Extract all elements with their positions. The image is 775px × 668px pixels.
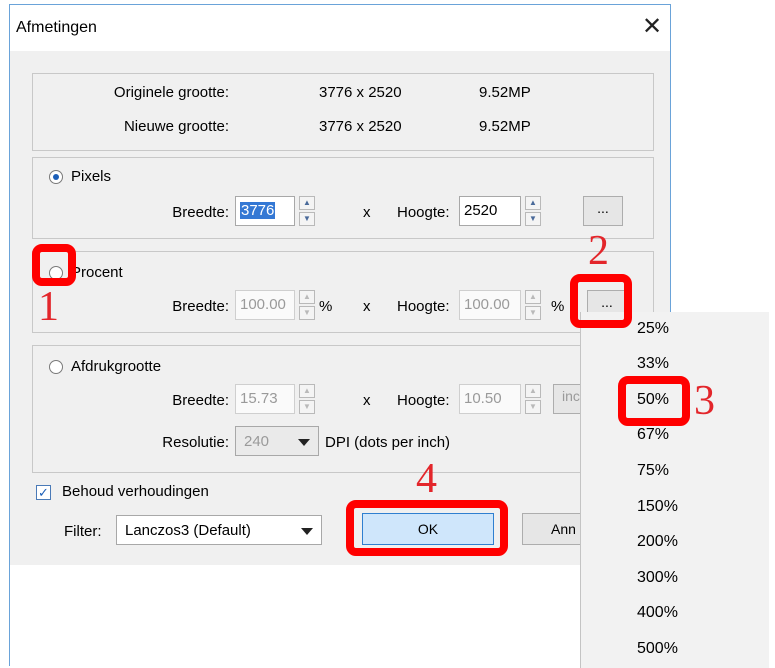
menu-item-150[interactable]: 150% [637, 498, 678, 516]
original-megapixels: 9.52MP [479, 84, 531, 101]
close-icon[interactable]: ✕ [642, 15, 662, 39]
pixels-width-input[interactable]: 3776 [235, 196, 295, 226]
percent-height-label: Hoogte: [397, 298, 450, 315]
pixels-height-label: Hoogte: [397, 204, 450, 221]
pixels-radio-label: Pixels [71, 168, 112, 185]
menu-item-75[interactable]: 75% [637, 462, 669, 480]
print-size-group: Afdrukgrootte Breedte: 15.73 ▲ ▼ x Hoogte… [32, 345, 654, 473]
highlight-presets-button [570, 274, 632, 328]
pixels-height-spinner[interactable]: ▲ ▼ [525, 196, 541, 226]
percent-width-spinner[interactable]: ▲ ▼ [299, 290, 315, 320]
resize-dialog: Afmetingen ✕ Originele grootte: 3776 x 2… [9, 4, 671, 667]
highlight-ok-button [346, 500, 508, 556]
new-size-value: 3776 x 2520 [319, 118, 402, 135]
pixels-group: Pixels Breedte: 3776 ▲ ▼ x Hoogte: 2520 ▲… [32, 157, 654, 239]
step-4-number: 4 [416, 456, 437, 502]
menu-item-67[interactable]: 67% [637, 426, 669, 444]
dpi-label: DPI (dots per inch) [325, 434, 451, 451]
step-2-number: 2 [588, 228, 609, 274]
keep-ratio-label: Behoud verhoudingen [62, 483, 209, 500]
percent-group: Procent Breedte: 100.00 ▲ ▼ % x Hoogte: 1… [32, 251, 654, 333]
percent-radio-label: Procent [71, 264, 123, 281]
pixels-height-input[interactable]: 2520 [459, 196, 521, 226]
new-megapixels: 9.52MP [479, 118, 531, 135]
pixels-x-label: x [363, 204, 371, 221]
print-width-input[interactable]: 15.73 [235, 384, 295, 414]
title-bar: Afmetingen ✕ [10, 5, 670, 51]
menu-item-300[interactable]: 300% [637, 569, 678, 587]
print-size-radio[interactable] [49, 360, 63, 374]
percent-height-spinner[interactable]: ▲ ▼ [525, 290, 541, 320]
resolution-label: Resolutie: [162, 434, 229, 451]
chevron-down-icon [298, 439, 310, 446]
pixels-presets-button[interactable]: ... [583, 196, 623, 226]
pixels-radio[interactable] [49, 170, 63, 184]
percent-width-label: Breedte: [172, 298, 229, 315]
percent-height-input[interactable]: 100.00 [459, 290, 521, 320]
print-height-input[interactable]: 10.50 [459, 384, 521, 414]
new-size-label: Nieuwe grootte: [123, 118, 229, 135]
original-size-label: Originele grootte: [113, 84, 229, 101]
dialog-lower-area [10, 565, 670, 667]
chevron-down-icon [301, 528, 313, 535]
menu-item-500[interactable]: 500% [637, 640, 678, 658]
highlight-50-percent [618, 376, 690, 426]
print-x-label: x [363, 392, 371, 409]
highlight-percent-radio [32, 244, 76, 286]
menu-item-25[interactable]: 25% [637, 320, 669, 338]
print-size-radio-label: Afdrukgrootte [71, 358, 162, 375]
percent-x-label: x [363, 298, 371, 315]
original-size-value: 3776 x 2520 [319, 84, 402, 101]
print-height-spinner[interactable]: ▲ ▼ [525, 384, 541, 414]
pixels-width-spinner[interactable]: ▲ ▼ [299, 196, 315, 226]
pixels-width-label: Breedte: [172, 204, 229, 221]
step-3-number: 3 [694, 378, 715, 424]
filter-select[interactable]: Lanczos3 (Default) [116, 515, 322, 545]
percent-height-unit: % [551, 298, 565, 315]
resolution-select[interactable]: 240 [235, 426, 319, 456]
menu-item-200[interactable]: 200% [637, 533, 678, 551]
dialog-title: Afmetingen [16, 19, 97, 36]
step-1-number: 1 [38, 284, 59, 330]
print-width-label: Breedte: [172, 392, 229, 409]
size-summary: Originele grootte: 3776 x 2520 9.52MP Ni… [32, 73, 654, 151]
menu-item-400[interactable]: 400% [637, 604, 678, 622]
menu-item-33[interactable]: 33% [637, 355, 669, 373]
keep-ratio-checkbox[interactable]: ✓ [36, 485, 51, 500]
percent-presets-menu: 25% 33% 50% 67% 75% 150% 200% 300% 400% … [580, 312, 769, 668]
print-width-spinner[interactable]: ▲ ▼ [299, 384, 315, 414]
filter-label: Filter: [64, 523, 102, 540]
percent-width-unit: % [319, 298, 333, 315]
percent-width-input[interactable]: 100.00 [235, 290, 295, 320]
print-height-label: Hoogte: [397, 392, 450, 409]
